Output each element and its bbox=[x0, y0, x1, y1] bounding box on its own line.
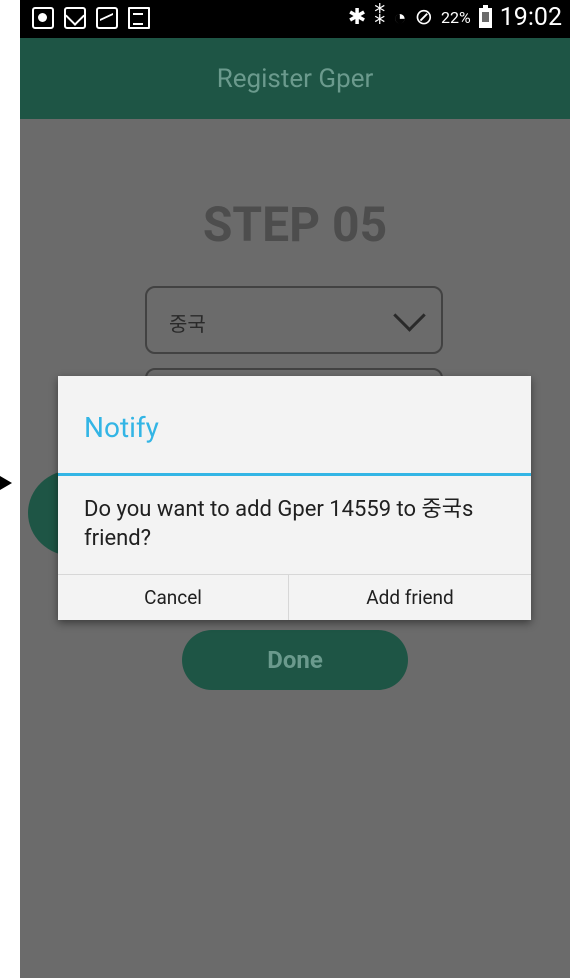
status-right: ✱ ⁑ ◔ ⊘ 22% 19:02 bbox=[348, 3, 562, 32]
image-icon bbox=[96, 7, 118, 29]
clock: 19:02 bbox=[499, 3, 562, 32]
country-select[interactable]: 중국 bbox=[145, 286, 443, 354]
done-label: Done bbox=[267, 646, 323, 674]
country-select-value: 중국 bbox=[169, 312, 206, 336]
add-friend-button[interactable]: Add friend bbox=[289, 575, 531, 620]
wifi-icon: ◔ bbox=[393, 5, 407, 31]
page-title: Register Gper bbox=[216, 63, 374, 94]
dialog-divider bbox=[58, 473, 531, 476]
bluetooth-icon: ✱ bbox=[347, 5, 367, 30]
status-bar: ✱ ⁑ ◔ ⊘ 22% 19:02 bbox=[20, 0, 570, 38]
dialog-message: Do you want to add Gper 14559 to 중국s fri… bbox=[84, 497, 474, 551]
blocked-icon: ⊘ bbox=[414, 5, 434, 30]
done-button[interactable]: Done bbox=[182, 630, 408, 690]
chevron-down-icon bbox=[393, 299, 426, 332]
pointer-arrow-icon bbox=[0, 476, 12, 490]
notification-circle-icon bbox=[32, 7, 54, 29]
phone-screen: ✱ ⁑ ◔ ⊘ 22% 19:02 Register Gper STEP 05 … bbox=[20, 0, 570, 978]
status-left-icons bbox=[32, 7, 150, 29]
app-header: Register Gper bbox=[20, 38, 570, 119]
vibrate-icon: ⁑ bbox=[374, 5, 386, 30]
notify-dialog: Notify Do you want to add Gper 14559 to … bbox=[58, 376, 531, 620]
step-title: STEP 05 bbox=[202, 196, 388, 253]
cancel-button[interactable]: Cancel bbox=[58, 575, 288, 620]
battery-icon bbox=[478, 4, 492, 28]
dialog-title: Notify bbox=[84, 411, 159, 444]
battery-percent: 22% bbox=[441, 8, 471, 27]
doc-icon bbox=[128, 7, 150, 29]
mail-icon bbox=[64, 7, 86, 29]
